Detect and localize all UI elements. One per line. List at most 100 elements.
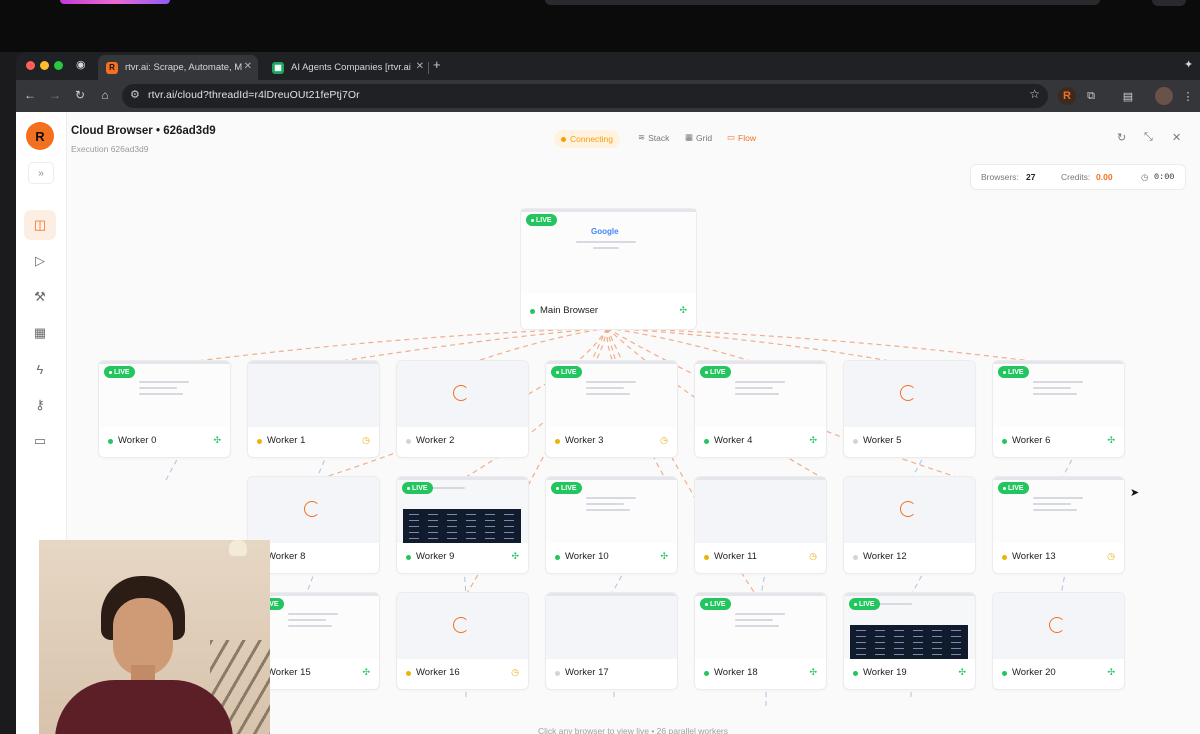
dark-panel [403,509,521,543]
refresh-icon[interactable]: ↻ [1117,131,1126,144]
sidepanel-icon[interactable]: ▤ [1119,87,1137,105]
close-tab-icon[interactable]: ✕ [244,61,252,72]
new-tab-icon[interactable]: + [433,57,441,72]
worker-card[interactable]: Worker 2 [396,360,529,458]
panel-line [856,636,866,637]
worker-card[interactable]: LIVE Worker 13 ◷ [992,476,1125,574]
worker-name: Worker 4 [714,435,753,446]
live-dot [705,370,708,374]
address-bar[interactable]: ⚙ rtvr.ai/cloud?threadId=r4lDreuOUt21feP… [122,84,1048,108]
status-dot [406,439,411,444]
panel-line [485,514,495,515]
crosshair-icon[interactable]: ✣ [809,667,817,678]
status-text: Connecting [570,134,614,144]
meeting-toolbar [545,0,1100,5]
rtvr-extension-icon[interactable]: R [1058,87,1076,105]
worker-card[interactable]: LIVE Worker 9 ✣ [396,476,529,574]
sparkle-icon[interactable]: ✦ [1184,58,1193,71]
thumb-line [735,393,779,395]
worker-card[interactable]: Worker 1 ◷ [247,360,380,458]
close-tab-icon[interactable]: ✕ [416,61,424,72]
rtvr-logo[interactable]: R [26,122,54,150]
site-settings-icon[interactable]: ⚙ [130,88,140,101]
bot-icon[interactable]: ◫ [24,210,56,240]
panel-line [951,636,961,637]
view-grid-button[interactable]: ▦ Grid [685,132,712,143]
url-text: rtvr.ai/cloud?threadId=r4lDreuOUt21fePtj… [148,89,360,101]
crosshair-icon[interactable]: ✣ [679,305,687,316]
worker-card[interactable]: LIVE Worker 18 ✣ [694,592,827,690]
tab-rtvr[interactable]: R rtvr.ai: Scrape, Automate, M ✕ [98,55,258,80]
live-dot [556,370,559,374]
panel-line [856,630,866,631]
crosshair-icon[interactable]: ✣ [1107,667,1115,678]
flow-icon: ▭ [727,132,736,142]
crosshair-icon[interactable]: ✣ [1107,435,1115,446]
expand-sidebar-icon[interactable]: » [28,162,54,184]
thumb-line [735,625,779,627]
worker-thumbnail [546,593,677,659]
reload-icon[interactable]: ↻ [72,88,88,102]
crosshair-icon[interactable]: ✣ [809,435,817,446]
play-circle-icon[interactable]: ▷ [24,246,56,276]
live-badge: LIVE [551,366,582,378]
more-menu-icon[interactable]: ⋮ [1179,87,1197,105]
panel-line [409,526,419,527]
forward-icon[interactable]: → [47,88,63,102]
worker-card[interactable]: Worker 12 [843,476,976,574]
crosshair-icon[interactable]: ✣ [362,667,370,678]
bolt-icon[interactable]: ϟ [24,354,56,384]
panel-line [951,648,961,649]
bookmark-star-icon[interactable]: ☆ [1029,87,1040,101]
maximize-window-icon[interactable] [54,61,63,70]
close-window-icon[interactable] [26,61,35,70]
crosshair-icon[interactable]: ✣ [511,551,519,562]
worker-card[interactable]: Worker 17 [545,592,678,690]
view-label: Grid [696,132,713,143]
wrench-icon[interactable]: ⚒ [24,282,56,312]
key-icon[interactable]: ⚷ [24,390,56,420]
clock-icon: ◷ [511,667,519,677]
worker-card[interactable]: LIVE Worker 0 ✣ [98,360,231,458]
record-icon[interactable]: ◉ [76,58,86,71]
card-footer: Worker 18 ✣ [695,659,826,689]
live-dot [556,486,559,490]
view-stack-button[interactable]: ≋ Stack [638,132,669,143]
worker-card[interactable]: Worker 5 [843,360,976,458]
worker-card[interactable]: Worker 11 ◷ [694,476,827,574]
thumb-line [586,509,630,511]
extensions-puzzle-icon[interactable]: ⧉ [1082,87,1100,105]
profile-avatar[interactable] [1155,87,1173,105]
card-footer: Worker 17 [546,659,677,689]
panel-line [951,654,961,655]
worker-card[interactable]: LIVE Worker 3 ◷ [545,360,678,458]
worker-card[interactable]: LIVE Worker 10 ✣ [545,476,678,574]
card-footer: Worker 0 ✣ [99,427,230,457]
worker-thumbnail [248,477,379,543]
live-text: LIVE [710,368,726,376]
live-text: LIVE [114,368,130,376]
panel-line [447,538,457,539]
crosshair-icon[interactable]: ✣ [660,551,668,562]
back-icon[interactable]: ← [22,88,38,102]
worker-card[interactable]: LIVE Worker 4 ✣ [694,360,827,458]
webcam-overlay [39,540,270,734]
home-icon[interactable]: ⌂ [97,88,113,102]
view-flow-button[interactable]: ▭ Flow [727,132,756,143]
minimize-window-icon[interactable] [40,61,49,70]
card-icon[interactable]: ▭ [24,426,56,456]
worker-card[interactable]: Worker 20 ✣ [992,592,1125,690]
crosshair-icon[interactable]: ✣ [213,435,221,446]
main-browser-card[interactable]: Google LIVE Main Browser ✣ [520,208,697,330]
worker-card[interactable]: LIVE Worker 6 ✣ [992,360,1125,458]
thumb-line [1033,387,1071,389]
tab-ai-agents[interactable]: ▦ AI Agents Companies [rtvr.ai ✕ [264,55,430,80]
status-dot [406,671,411,676]
close-icon[interactable]: ✕ [1172,131,1181,144]
crosshair-icon[interactable]: ✣ [958,667,966,678]
worker-card[interactable]: Worker 16 ◷ [396,592,529,690]
minimize-icon[interactable]: ⤡ [1144,131,1153,144]
live-badge: LIVE [998,482,1029,494]
calendar-icon[interactable]: ▦ [24,318,56,348]
worker-card[interactable]: LIVE Worker 19 ✣ [843,592,976,690]
